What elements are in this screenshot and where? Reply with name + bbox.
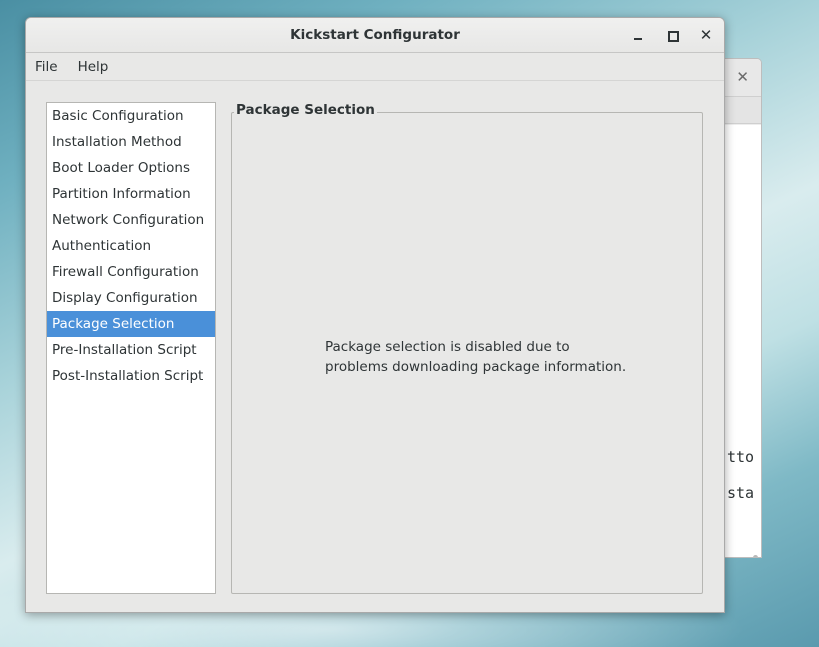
sidebar-item-boot-loader-options[interactable]: Boot Loader Options: [47, 155, 215, 181]
window-title: Kickstart Configurator: [290, 27, 460, 43]
sidebar-item-network-configuration[interactable]: Network Configuration: [47, 207, 215, 233]
sidebar-item-installation-method[interactable]: Installation Method: [47, 129, 215, 155]
sidebar-item-authentication[interactable]: Authentication: [47, 233, 215, 259]
sidebar-list: Basic Configuration Installation Method …: [46, 102, 216, 594]
sidebar-item-firewall-configuration[interactable]: Firewall Configuration: [47, 259, 215, 285]
sidebar-item-display-configuration[interactable]: Display Configuration: [47, 285, 215, 311]
status-message: Package selection is disabled due to pro…: [325, 337, 645, 377]
background-text-line: sta: [727, 484, 755, 502]
window-titlebar[interactable]: Kickstart Configurator ✕: [26, 18, 724, 53]
status-message-line: Package selection is disabled due to: [325, 339, 570, 355]
background-text-line: tto: [727, 448, 755, 466]
main-window: Kickstart Configurator ✕ File Help Basic…: [25, 17, 725, 613]
close-icon[interactable]: ✕: [697, 26, 715, 44]
status-message-line: problems downloading package information…: [325, 359, 627, 375]
menu-help[interactable]: Help: [76, 59, 117, 75]
package-selection-panel: Package Selection Package selection is d…: [231, 102, 703, 594]
panel-title: Package Selection: [234, 102, 377, 118]
sidebar-item-package-selection[interactable]: Package Selection: [47, 311, 215, 337]
sidebar-item-basic-configuration[interactable]: Basic Configuration: [47, 103, 215, 129]
minimize-icon[interactable]: [629, 26, 647, 44]
maximize-icon[interactable]: [663, 26, 681, 44]
menu-bar: File Help: [26, 53, 724, 81]
scrollbar-thumb[interactable]: [753, 555, 758, 557]
sidebar-item-partition-information[interactable]: Partition Information: [47, 181, 215, 207]
close-icon[interactable]: ✕: [736, 68, 749, 86]
menu-file[interactable]: File: [33, 59, 66, 75]
sidebar-item-pre-installation-script[interactable]: Pre-Installation Script: [47, 337, 215, 363]
sidebar-item-post-installation-script[interactable]: Post-Installation Script: [47, 363, 215, 389]
